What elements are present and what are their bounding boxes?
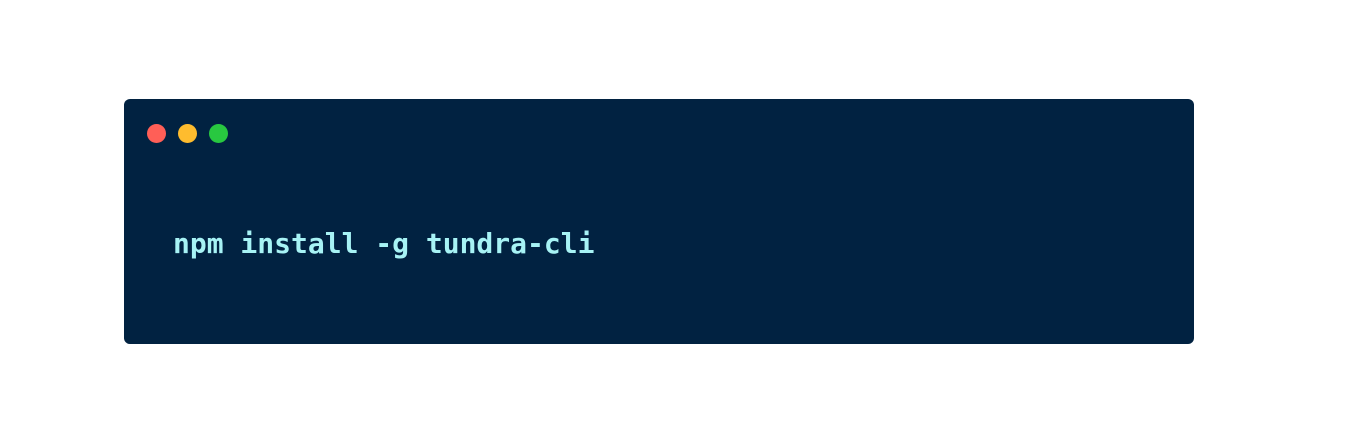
close-dot-icon[interactable] [147,124,166,143]
minimize-dot-icon[interactable] [178,124,197,143]
window-controls [147,124,228,143]
terminal-window: npm install -g tundra-cli [124,99,1194,344]
terminal-command: npm install -g tundra-cli [173,227,595,260]
maximize-dot-icon[interactable] [209,124,228,143]
